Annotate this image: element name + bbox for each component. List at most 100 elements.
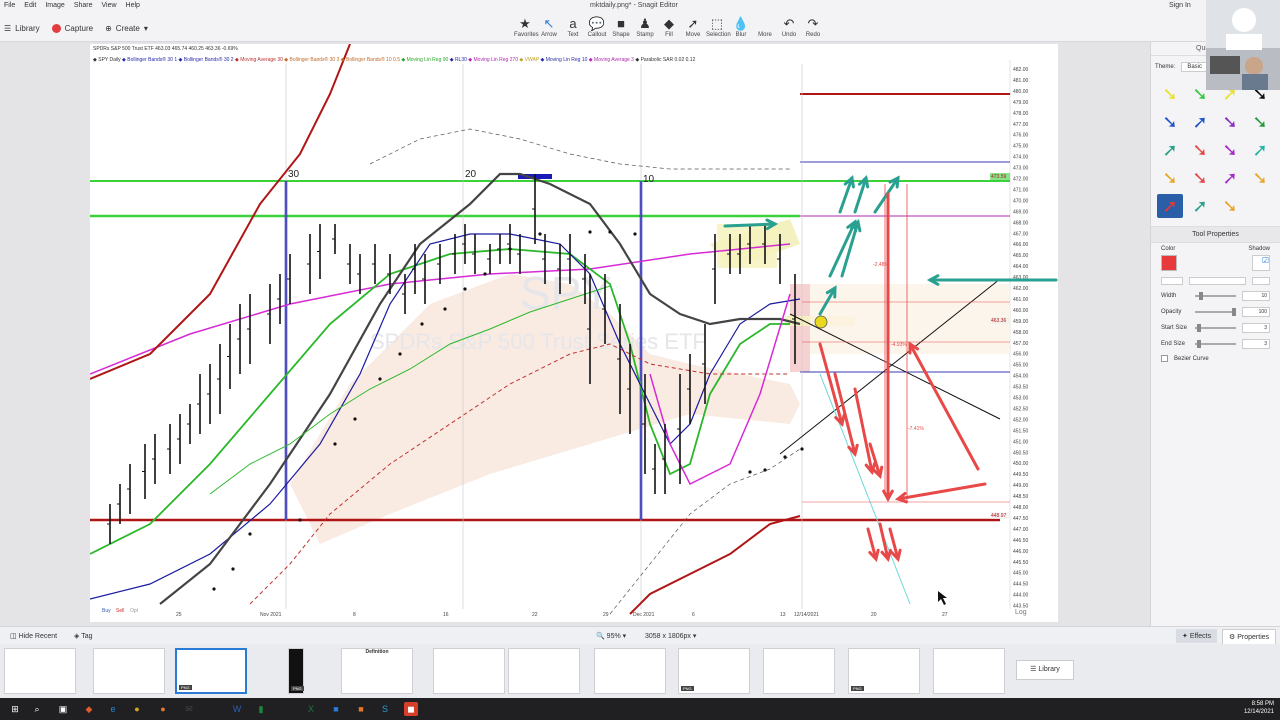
arrow-style-swatch[interactable]: ➚ — [1247, 138, 1273, 162]
stock-chart-image[interactable]: 482.00 481.00 480.00 479.00 478.00 477.00 476.… — [90, 44, 1058, 622]
tool-more[interactable]: More — [754, 16, 776, 38]
tray-thumbnail[interactable] — [4, 648, 76, 694]
line-style-select[interactable] — [1161, 277, 1183, 285]
tool-selection[interactable]: ⬚ Selection — [706, 16, 731, 38]
x-tick-label: 20 — [871, 612, 877, 618]
effects-button[interactable]: ✦ Effects — [1176, 629, 1218, 643]
task-view-icon[interactable]: ▣ — [56, 702, 70, 716]
arrow-style-swatch[interactable]: ➘ — [1247, 110, 1273, 134]
zoom-control[interactable]: 🔍 95% ▾ — [596, 632, 626, 640]
line-weight-select[interactable] — [1189, 277, 1246, 285]
tray-thumbnail[interactable] — [594, 648, 666, 694]
snagit-icon[interactable]: S — [378, 702, 392, 716]
app-icon[interactable]: ■ — [354, 702, 368, 716]
tool-redo[interactable]: ↷ Redo — [802, 16, 824, 38]
order-button[interactable]: Opt — [130, 608, 139, 614]
arrow-style-swatch[interactable]: ➘ — [1217, 110, 1243, 134]
width-slider[interactable] — [1195, 292, 1236, 300]
end-size-input[interactable]: 3 — [1242, 339, 1270, 349]
order-button[interactable]: Buy — [102, 608, 111, 614]
arrow-style-swatch[interactable]: ➘ — [1187, 138, 1213, 162]
tray-library-button[interactable]: ☰ Library — [1016, 660, 1074, 680]
mail-icon[interactable]: ✉ — [182, 702, 196, 716]
tray-thumbnail[interactable] — [93, 648, 165, 694]
properties-button[interactable]: ⚙ Properties — [1222, 629, 1277, 645]
menu-view[interactable]: View — [102, 2, 117, 9]
arrow-style-swatch[interactable]: ➚ — [1157, 138, 1183, 162]
arrow-style-swatch[interactable]: ➘ — [1157, 110, 1183, 134]
tool-callout[interactable]: 💬 Callout — [586, 16, 608, 38]
menu-share[interactable]: Share — [74, 2, 93, 9]
search-icon[interactable]: ⌕ — [30, 702, 44, 716]
color-swatch[interactable] — [1161, 255, 1177, 271]
tool-undo[interactable]: ↶ Undo — [778, 16, 800, 38]
tray-thumbnail[interactable] — [433, 648, 505, 694]
tool-favorites[interactable]: ★ Favorites — [514, 16, 539, 38]
tray-thumbnail[interactable]: PNG — [848, 648, 920, 694]
firefox-icon[interactable]: ● — [156, 702, 170, 716]
snagit-editor-icon[interactable]: ◼ — [404, 702, 418, 716]
menu-help[interactable]: Help — [126, 2, 140, 9]
tag-button[interactable]: ◈ Tag — [74, 632, 93, 640]
opacity-input[interactable]: 100 — [1242, 307, 1270, 317]
bezier-checkbox[interactable] — [1161, 355, 1168, 362]
arrow-style-swatch[interactable]: ➘ — [1247, 166, 1273, 190]
start-size-input[interactable]: 3 — [1242, 323, 1270, 333]
sar-dot — [298, 518, 302, 522]
chrome-icon[interactable]: ● — [130, 702, 144, 716]
arrow-end-select[interactable] — [1252, 277, 1270, 285]
tool-label: Blur — [735, 32, 747, 38]
arrow-style-swatch[interactable]: ➘ — [1157, 82, 1183, 106]
shadow-grid-icon[interactable]: ☑ — [1252, 255, 1270, 271]
tool-text[interactable]: a Text — [562, 16, 584, 38]
tray-thumbnail[interactable]: PNG — [288, 648, 304, 694]
start-size-slider[interactable] — [1195, 324, 1236, 332]
excel-icon[interactable]: X — [304, 702, 318, 716]
tool-arrow[interactable]: ↖ Arrow — [538, 16, 560, 38]
end-size-slider[interactable] — [1195, 340, 1236, 348]
capture-button[interactable]: Capture — [51, 24, 93, 33]
system-clock[interactable]: 8:58 PM 12/14/2021 — [1244, 700, 1274, 716]
arrow-style-swatch[interactable]: ➚ — [1187, 194, 1213, 218]
create-button[interactable]: ⊕ Create ▾ — [105, 24, 148, 33]
tool-move[interactable]: ➚ Move — [682, 16, 704, 38]
tool-shape[interactable]: ■ Shape — [610, 16, 632, 38]
arrow-style-swatch[interactable]: ➚ — [1187, 110, 1213, 134]
windows-icon[interactable]: ⊞ — [8, 702, 22, 716]
tool-label: Text — [567, 32, 579, 38]
tray-thumbnail[interactable] — [508, 648, 580, 694]
tray-thumbnail[interactable] — [933, 648, 1005, 694]
tray-thumbnail[interactable] — [763, 648, 835, 694]
menu-edit[interactable]: Edit — [24, 2, 36, 9]
word-icon[interactable]: W — [230, 702, 244, 716]
tray-thumbnail[interactable]: Definition — [341, 648, 413, 694]
library-button[interactable]: ☰ Library — [4, 24, 40, 33]
arrow-style-swatch[interactable]: ➚ — [1157, 194, 1183, 218]
hide-recent-button[interactable]: ◫ Hide Recent — [10, 632, 57, 640]
arrow-style-swatch[interactable]: ➘ — [1187, 166, 1213, 190]
arrow-style-swatch[interactable]: ➘ — [1157, 166, 1183, 190]
tray-thumbnail[interactable]: PNG — [678, 648, 750, 694]
brave-icon[interactable]: ◆ — [82, 702, 96, 716]
price-tag: 463.36 — [991, 318, 1007, 324]
tool-fill[interactable]: ◆ Fill — [658, 16, 680, 38]
image-dimensions[interactable]: 3058 x 1806px ▾ — [645, 632, 696, 640]
menu-file[interactable]: File — [4, 2, 15, 9]
width-input[interactable]: 10 — [1242, 291, 1270, 301]
indicator-legend-item: ◆ Bollinger Bands® 30 1 — [122, 57, 179, 63]
tray-thumbnail[interactable]: PNG — [175, 648, 247, 694]
sign-in-link[interactable]: Sign In — [1169, 2, 1191, 9]
zoom-icon[interactable]: ■ — [329, 702, 343, 716]
tool-stamp[interactable]: ♟ Stamp — [634, 16, 656, 38]
menu-image[interactable]: Image — [45, 2, 64, 9]
chart-app-icon[interactable]: ▮ — [254, 702, 268, 716]
opacity-slider[interactable] — [1195, 308, 1236, 316]
x-tick-label: 8 — [353, 612, 356, 618]
order-button[interactable]: Sell — [116, 608, 124, 614]
edge-icon[interactable]: e — [106, 702, 120, 716]
arrow-style-swatch[interactable]: ➘ — [1217, 194, 1243, 218]
arrow-style-swatch[interactable]: ➘ — [1217, 138, 1243, 162]
tool-blur[interactable]: 💧 Blur — [730, 16, 752, 38]
canvas-area[interactable]: 482.00 481.00 480.00 479.00 478.00 477.00 476.… — [0, 42, 1150, 626]
arrow-style-swatch[interactable]: ➚ — [1217, 166, 1243, 190]
